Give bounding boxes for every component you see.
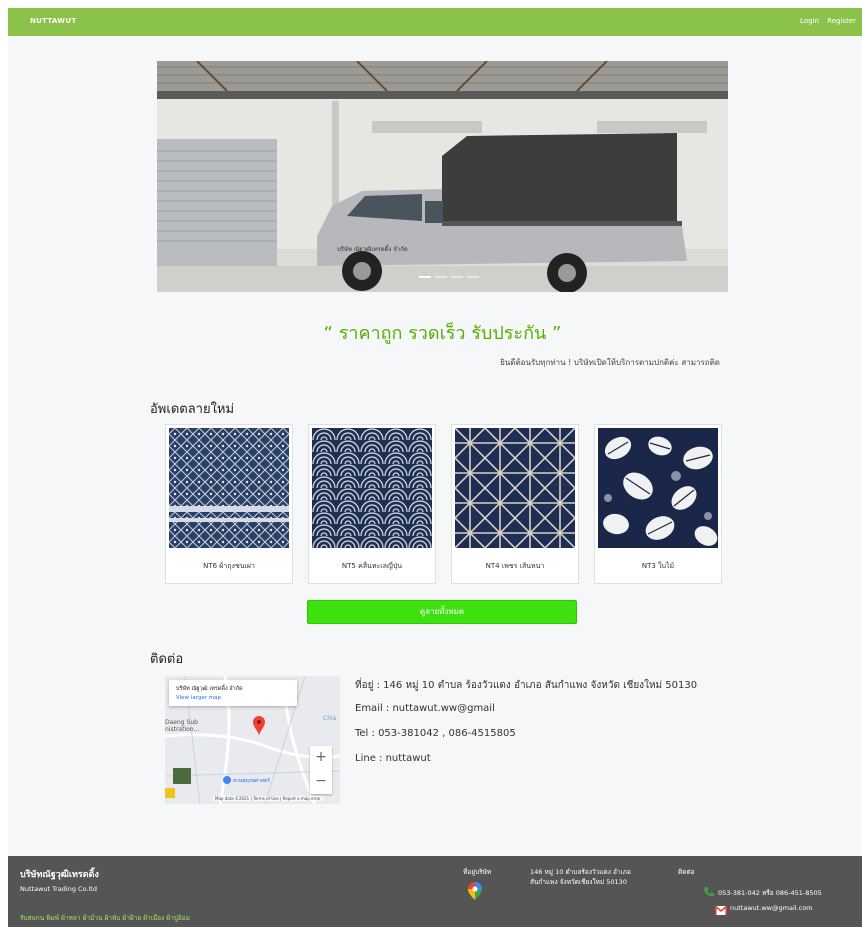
contact-line-id: Line : nuttawut xyxy=(355,753,431,764)
contact-tel: Tel : 053-381042 , 086-4515805 xyxy=(355,728,516,739)
product-image xyxy=(598,428,718,548)
carousel-dot[interactable] xyxy=(451,276,463,278)
map-label: nistration... xyxy=(165,726,199,733)
product-image xyxy=(169,428,289,548)
carousel-dot[interactable] xyxy=(435,276,447,278)
hero-carousel[interactable]: บริษัท ณัฐวุฒิเทรดดิ้ง จำกัด xyxy=(157,61,728,292)
phone-icon xyxy=(704,887,714,897)
login-link[interactable]: Login xyxy=(800,17,819,25)
footer-company-en: Nuttawut Trading Co.ltd xyxy=(20,885,97,893)
hero-image: บริษัท ณัฐวุฒิเทรดดิ้ง จำกัด xyxy=(157,61,728,292)
footer-location-title: ที่อยู่บริษัท xyxy=(463,868,492,876)
google-map[interactable]: Daeng Sub nistration... Chia สวนพฤกษศาสต… xyxy=(165,676,340,804)
register-link[interactable]: Register xyxy=(827,17,856,25)
footer: บริษัทณัฐวุฒิเทรดดิ้ง Nuttawut Trading C… xyxy=(8,856,862,927)
view-all-patterns-button[interactable]: ดูลายทั้งหมด xyxy=(307,600,577,624)
page: NUTTAWUT Login Register บริษัท ณัฐวุฒิเท… xyxy=(8,8,862,927)
footer-contact-title: ติดต่อ xyxy=(678,868,695,876)
product-card[interactable]: NT5 คลื่นทะเลญี่ปุ่น xyxy=(308,424,436,584)
google-maps-icon[interactable] xyxy=(468,882,482,900)
footer-email[interactable]: nuttawut.ww@gmail.com xyxy=(730,904,813,912)
product-caption: NT4 เพชร เส้นหนา xyxy=(485,562,545,570)
map-place-title: บริษัท ณัฐวุฒิ เทรดดิ้ง จำกัด xyxy=(176,686,243,692)
brand-logo[interactable]: NUTTAWUT xyxy=(30,17,76,25)
map-zoom-control: + − xyxy=(310,746,332,794)
product-caption: NT3 ใบไม้ xyxy=(641,562,675,570)
welcome-text: ยินดีต้อนรับทุกท่าน ! บริษัทเปิดให้บริกา… xyxy=(500,358,720,367)
slogan: “ ราคาถูก รวดเร็ว รับประกัน ” xyxy=(323,323,562,344)
product-image xyxy=(312,428,432,548)
nav-links: Login Register xyxy=(794,17,856,25)
carousel-indicators xyxy=(419,276,479,278)
footer-company-th: บริษัทณัฐวุฒิเทรดดิ้ง xyxy=(20,870,99,880)
footer-address: 146 หมู่ 10 ตำบลร้องวัวแดง อำเภอ สันกำแพ… xyxy=(530,868,631,886)
map-place-card: บริษัท ณัฐวุฒิ เทรดดิ้ง จำกัด View large… xyxy=(169,680,297,706)
map-attribution[interactable]: Map data ©2021 | Terms of Use | Report a… xyxy=(213,796,323,801)
product-card[interactable]: NT6 ผ้าถุงชนเผ่า xyxy=(165,424,293,584)
product-card[interactable]: NT4 เพชร เส้นหนา xyxy=(451,424,579,584)
product-caption: NT6 ผ้าถุงชนเผ่า xyxy=(203,562,255,570)
new-patterns-heading: อัพเดตลายใหม่ xyxy=(150,402,235,417)
footer-services: รับสแกน พิมพ์ ผ้าหลา ผ้าม้วน ผ้าพับ ผ้าฝ… xyxy=(20,914,190,922)
map-label: Chia xyxy=(323,715,337,722)
contact-address: ที่อยู่ : 146 หมู่ 10 ตำบล ร้องวัวแดง อำ… xyxy=(355,680,698,691)
zoom-in-button[interactable]: + xyxy=(310,746,332,770)
map-label: Daeng Sub xyxy=(165,719,198,726)
product-image xyxy=(455,428,575,548)
contact-heading: ติดต่อ xyxy=(150,652,184,667)
gmail-icon xyxy=(715,906,727,915)
contact-email: Email : nuttawut.ww@gmail xyxy=(355,703,495,714)
footer-phone[interactable]: 053-381-042 หรือ 086-451-8505 xyxy=(718,888,822,898)
zoom-out-button[interactable]: − xyxy=(310,770,332,794)
view-larger-map-link[interactable]: View larger map xyxy=(176,695,221,701)
product-caption: NT5 คลื่นทะเลญี่ปุ่น xyxy=(341,562,403,570)
carousel-dot[interactable] xyxy=(419,276,431,278)
carousel-dot[interactable] xyxy=(467,276,479,278)
product-card[interactable]: NT3 ใบไม้ xyxy=(594,424,722,584)
map-poi-label: สวนพฤกษศาสตร์ xyxy=(233,777,270,784)
navbar: NUTTAWUT Login Register xyxy=(8,8,862,36)
